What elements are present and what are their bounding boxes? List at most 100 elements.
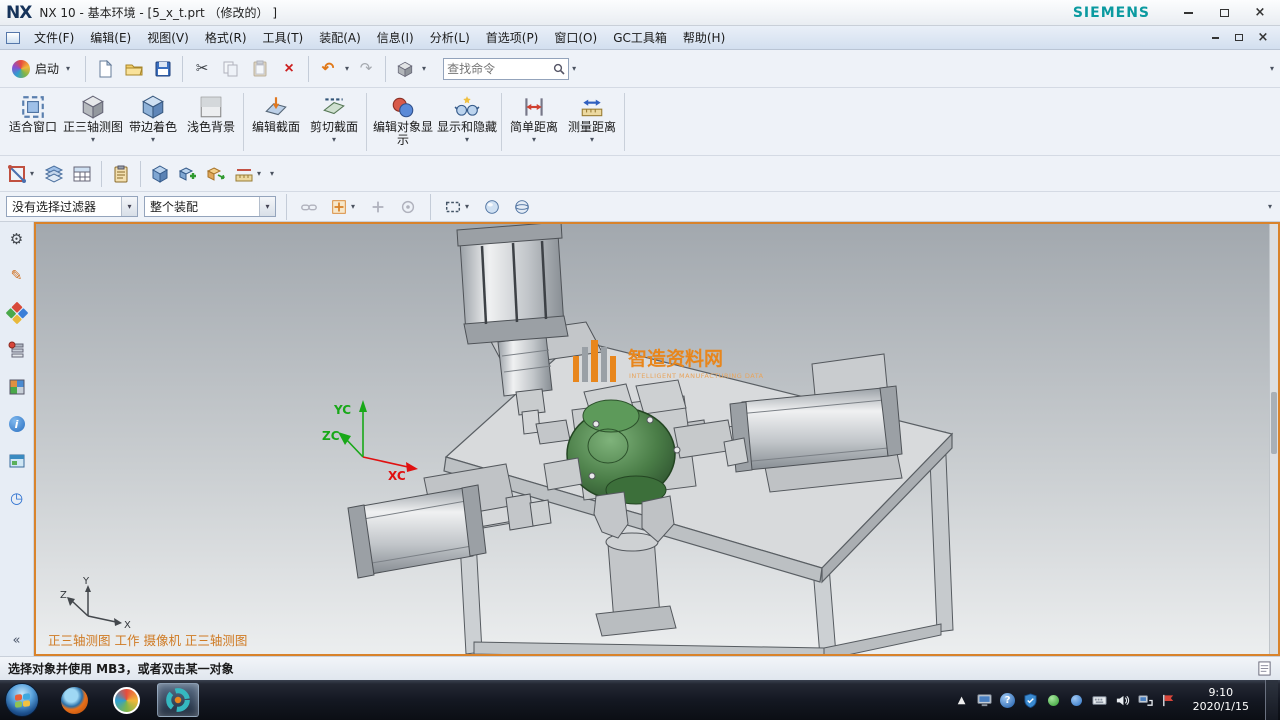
volume-tray-button[interactable] (1115, 691, 1131, 709)
reuse-library-button[interactable] (4, 375, 30, 399)
light-background-button[interactable]: 浅色背景 (182, 90, 240, 153)
assembly-constraints-button[interactable]: ▾ (4, 160, 39, 188)
assemble-component-button[interactable] (203, 160, 229, 188)
start-menu-button[interactable]: 启动 ▾ (4, 56, 80, 82)
doc-close-button[interactable]: × (1252, 30, 1274, 46)
chevron-down-icon[interactable]: ▾ (151, 135, 155, 144)
properties-clipboard-button[interactable] (108, 160, 134, 188)
measure-tool-button[interactable]: ▾ (231, 160, 266, 188)
action-center-tray-button[interactable] (1161, 691, 1177, 709)
ime-keyboard-tray-button[interactable] (1092, 691, 1108, 709)
menu-window[interactable]: 窗口(O) (546, 26, 605, 49)
paste-button[interactable] (246, 55, 274, 83)
rollover-sphere-button[interactable] (510, 193, 534, 221)
cut-button[interactable]: ✂ (188, 55, 216, 83)
simple-distance-button[interactable]: 简单距离 ▾ (505, 90, 563, 153)
viewport-scrollbar[interactable] (1269, 224, 1278, 654)
copy-button[interactable] (217, 55, 245, 83)
chevron-down-icon[interactable]: ▾ (121, 197, 137, 216)
doc-minimize-button[interactable] (1204, 30, 1226, 46)
document-window-icon[interactable] (6, 32, 20, 44)
graphics-window[interactable]: YC ZC XC Y X Z (34, 222, 1280, 656)
search-input[interactable] (447, 62, 553, 76)
browser-taskbar-button[interactable] (105, 683, 147, 717)
start-orb-button[interactable] (5, 683, 39, 717)
chevron-down-icon[interactable]: ▾ (465, 135, 469, 144)
menu-preferences[interactable]: 首选项(P) (478, 26, 547, 49)
show-desktop-button[interactable] (1265, 680, 1278, 720)
assembly-navigator-button[interactable]: ✎ (4, 264, 30, 288)
snap-point-button[interactable]: ▾ (327, 193, 360, 221)
menu-help[interactable]: 帮助(H) (675, 26, 733, 49)
help-tray-button[interactable]: ? (1000, 691, 1016, 709)
web-browser-button[interactable]: i (4, 412, 30, 436)
selection-scope-combo[interactable]: 整个装配 ▾ (144, 196, 276, 217)
save-button[interactable] (149, 55, 177, 83)
smart-selection-button[interactable] (396, 193, 420, 221)
isometric-view-button[interactable]: 正三轴测图 ▾ (62, 90, 124, 153)
rectangle-select-button[interactable]: ▾ (441, 193, 474, 221)
measure-distance-button[interactable]: 测量距离 ▾ (563, 90, 621, 153)
network-tray-button[interactable] (1138, 691, 1154, 709)
menu-edit[interactable]: 编辑(E) (82, 26, 139, 49)
hd3d-tools-button[interactable] (4, 449, 30, 473)
chevron-down-icon[interactable]: ▾ (255, 170, 263, 178)
view-style-dropdown-chevron[interactable]: ▾ (420, 65, 428, 73)
select-chain-button[interactable] (297, 193, 321, 221)
new-file-button[interactable] (91, 55, 119, 83)
history-button[interactable]: ◷ (4, 486, 30, 510)
blue-status-tray-button[interactable] (1069, 691, 1085, 709)
nx-taskbar-button[interactable] (157, 683, 199, 717)
menu-format[interactable]: 格式(R) (197, 26, 255, 49)
command-finder[interactable] (443, 58, 569, 80)
display-tray-button[interactable] (977, 691, 993, 709)
selection-filter-combo[interactable]: 没有选择过滤器 ▾ (6, 196, 138, 217)
fit-window-button[interactable]: 适合窗口 (4, 90, 62, 153)
shaded-with-edges-button[interactable]: 带边着色 ▾ (124, 90, 182, 153)
undo-button[interactable]: ↶ (314, 55, 342, 83)
hidden-icons-button[interactable]: ▲ (954, 691, 970, 709)
maximize-button[interactable] (1210, 4, 1238, 22)
redo-button[interactable]: ↷ (352, 55, 380, 83)
minimize-button[interactable] (1174, 4, 1202, 22)
open-file-button[interactable] (120, 55, 148, 83)
chevron-down-icon[interactable]: ▾ (91, 135, 95, 144)
taskbar-clock[interactable]: 9:10 2020/1/15 (1184, 686, 1258, 714)
toolbar-overflow-chevron[interactable]: ▾ (268, 170, 276, 178)
chevron-down-icon[interactable]: ▾ (463, 203, 471, 211)
edit-section-button[interactable]: 编辑截面 (247, 90, 305, 153)
scrollbar-thumb[interactable] (1271, 392, 1277, 454)
part-navigator-button[interactable] (4, 338, 30, 362)
antivirus-tray-button[interactable] (1023, 691, 1039, 709)
search-dropdown-chevron[interactable]: ▾ (570, 65, 578, 73)
component-grid-button[interactable] (69, 160, 95, 188)
collapse-sidebar-button[interactable]: « (4, 628, 30, 652)
menu-analysis[interactable]: 分析(L) (422, 26, 478, 49)
undo-dropdown-chevron[interactable]: ▾ (343, 65, 351, 73)
roles-gear-button[interactable]: ⚙ (4, 227, 30, 251)
clip-section-button[interactable]: 剪切截面 ▾ (305, 90, 363, 153)
menu-view[interactable]: 视图(V) (139, 26, 197, 49)
menu-information[interactable]: 信息(I) (369, 26, 422, 49)
show-and-hide-button[interactable]: 显示和隐藏 ▾ (436, 90, 498, 153)
chevron-down-icon[interactable]: ▾ (332, 135, 336, 144)
chevron-down-icon[interactable]: ▾ (28, 170, 36, 178)
add-component-button[interactable] (147, 160, 173, 188)
menu-assemblies[interactable]: 装配(A) (311, 26, 369, 49)
chevron-down-icon[interactable]: ▾ (590, 135, 594, 144)
constraint-navigator-button[interactable] (4, 301, 30, 325)
close-button[interactable]: × (1246, 4, 1274, 22)
toolbar-options-chevron[interactable]: ▾ (1266, 203, 1274, 211)
delete-button[interactable]: × (275, 55, 303, 83)
highlight-sphere-button[interactable] (480, 193, 504, 221)
chevron-down-icon[interactable]: ▾ (259, 197, 275, 216)
edit-object-display-button[interactable]: 编辑对象显示 (370, 90, 436, 153)
object-display-layers-button[interactable] (41, 160, 67, 188)
green-status-tray-button[interactable] (1046, 691, 1062, 709)
firefox-taskbar-button[interactable] (53, 683, 95, 717)
chevron-down-icon[interactable]: ▾ (349, 203, 357, 211)
menu-gc-toolbox[interactable]: GC工具箱 (605, 26, 675, 49)
point-constructor-button[interactable] (366, 193, 390, 221)
view-style-button[interactable] (391, 55, 419, 83)
menu-tools[interactable]: 工具(T) (255, 26, 312, 49)
